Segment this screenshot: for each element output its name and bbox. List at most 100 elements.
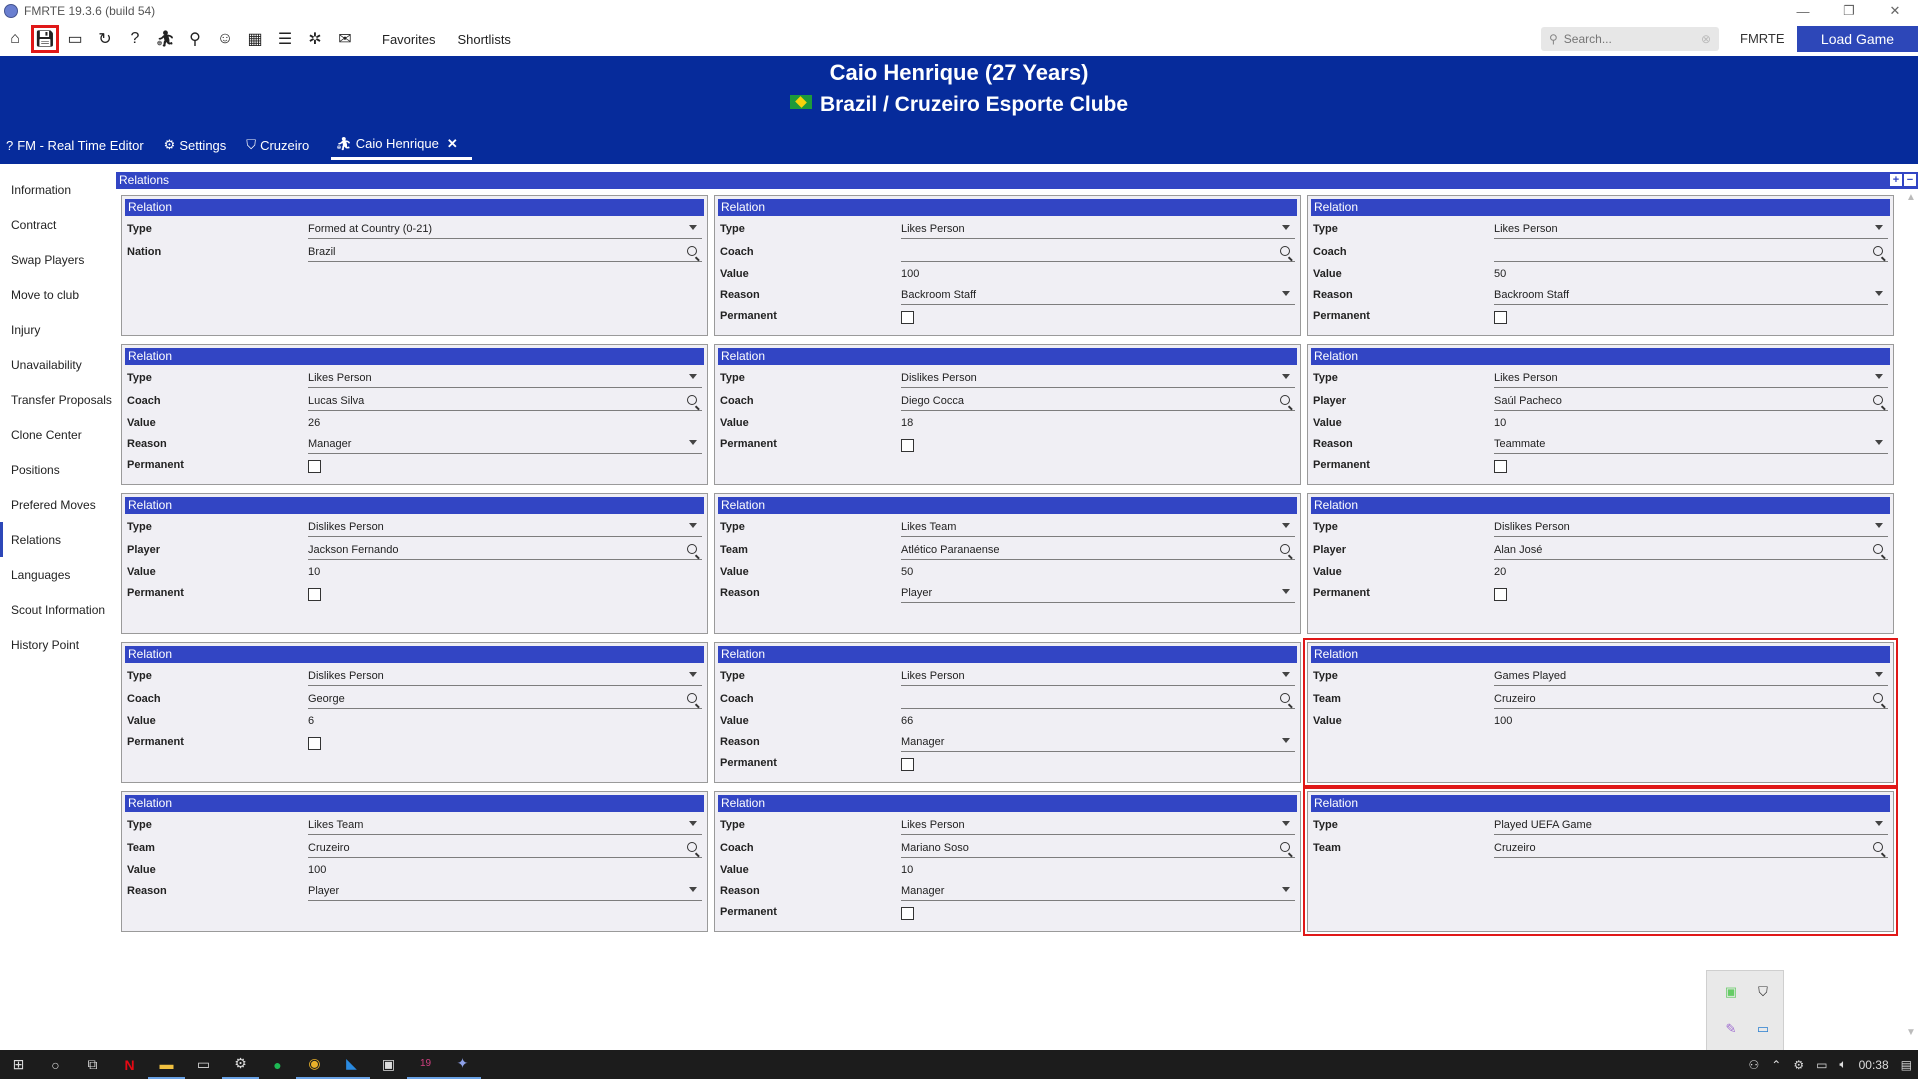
- field-search-input[interactable]: Lucas Silva: [308, 393, 702, 411]
- notification-icon[interactable]: ▤: [1901, 1058, 1912, 1072]
- chevron-down-icon[interactable]: [1282, 374, 1290, 379]
- sidebar-item-transfer-proposals[interactable]: Transfer Proposals: [0, 382, 112, 417]
- load-game-button[interactable]: Load Game: [1797, 26, 1918, 52]
- permanent-checkbox[interactable]: [901, 904, 1295, 922]
- nvidia-icon[interactable]: ▣: [1723, 984, 1739, 1000]
- clock[interactable]: 00:38: [1859, 1058, 1889, 1072]
- chevron-down-icon[interactable]: [1282, 291, 1290, 296]
- chevron-down-icon[interactable]: [1875, 523, 1883, 528]
- task-view-icon[interactable]: ⧉: [74, 1050, 111, 1079]
- chevron-down-icon[interactable]: [1875, 440, 1883, 445]
- chevron-down-icon[interactable]: [689, 523, 697, 528]
- file-explorer-icon[interactable]: ▬: [148, 1050, 185, 1079]
- field-search-input[interactable]: Diego Cocca: [901, 393, 1295, 411]
- search-icon[interactable]: [1873, 395, 1883, 405]
- sidebar-item-relations[interactable]: Relations: [0, 522, 112, 557]
- search-icon[interactable]: [687, 246, 697, 256]
- mail-icon[interactable]: ✉: [330, 24, 360, 54]
- collapse-icon[interactable]: −: [1904, 174, 1916, 186]
- field-value-input[interactable]: 10: [1494, 415, 1888, 433]
- sidebar-item-prefered-moves[interactable]: Prefered Moves: [0, 487, 112, 522]
- field-search-input[interactable]: Cruzeiro: [1494, 840, 1888, 858]
- checkbox-box[interactable]: [901, 311, 914, 324]
- tab-fm-real-time-editor[interactable]: ? FM - Real Time Editor: [0, 130, 158, 160]
- chevron-down-icon[interactable]: [1875, 672, 1883, 677]
- notes-icon[interactable]: ☰: [270, 24, 300, 54]
- help-icon[interactable]: ?: [120, 24, 150, 54]
- people-icon[interactable]: ☺: [210, 24, 240, 54]
- field-value-input[interactable]: 10: [901, 862, 1295, 880]
- sidebar-item-positions[interactable]: Positions: [0, 452, 112, 487]
- cortana-icon[interactable]: ○: [37, 1050, 74, 1079]
- permanent-checkbox[interactable]: [308, 734, 702, 752]
- fm19-icon[interactable]: 19: [407, 1050, 444, 1079]
- spotify-icon[interactable]: ●: [259, 1050, 296, 1079]
- network-icon[interactable]: ▭: [1816, 1058, 1827, 1072]
- field-value-input[interactable]: 100: [308, 862, 702, 880]
- feather-icon[interactable]: ✎: [1723, 1021, 1739, 1037]
- field-search-input[interactable]: George: [308, 691, 702, 709]
- people-icon[interactable]: ⚇: [1748, 1058, 1759, 1072]
- maximize-button[interactable]: ❐: [1826, 0, 1872, 22]
- expand-icon[interactable]: +: [1890, 174, 1902, 186]
- steam-icon[interactable]: ⚙: [222, 1050, 259, 1079]
- chevron-down-icon[interactable]: [1875, 374, 1883, 379]
- checkbox-box[interactable]: [308, 737, 321, 750]
- chevron-down-icon[interactable]: [1282, 738, 1290, 743]
- chevron-down-icon[interactable]: [689, 374, 697, 379]
- chevron-down-icon[interactable]: [689, 672, 697, 677]
- tab-settings[interactable]: ⚙ Settings: [158, 130, 241, 160]
- calendar-icon[interactable]: ▦: [240, 24, 270, 54]
- tab-cruzeiro[interactable]: ⛉ Cruzeiro: [240, 130, 323, 160]
- field-dropdown[interactable]: Likes Person: [1494, 221, 1888, 239]
- chevron-down-icon[interactable]: [1282, 887, 1290, 892]
- permanent-checkbox[interactable]: [901, 308, 1295, 326]
- field-value-input[interactable]: 26: [308, 415, 702, 433]
- field-dropdown[interactable]: Dislikes Person: [901, 370, 1295, 388]
- field-dropdown[interactable]: Teammate: [1494, 436, 1888, 454]
- field-search-input[interactable]: [901, 691, 1295, 709]
- chrome-icon[interactable]: ◉: [296, 1050, 333, 1079]
- close-button[interactable]: ✕: [1872, 0, 1918, 22]
- search-icon[interactable]: [687, 693, 697, 703]
- chevron-down-icon[interactable]: [1282, 523, 1290, 528]
- home-icon[interactable]: ⌂: [0, 24, 30, 54]
- search-icon[interactable]: [1280, 842, 1290, 852]
- field-value-input[interactable]: 66: [901, 713, 1295, 731]
- search-icon[interactable]: [1873, 693, 1883, 703]
- field-value-input[interactable]: 100: [901, 266, 1295, 284]
- search-icon[interactable]: [1280, 693, 1290, 703]
- field-dropdown[interactable]: Manager: [901, 734, 1295, 752]
- steam-tray-icon[interactable]: ⚙: [1793, 1058, 1804, 1072]
- field-search-input[interactable]: Jackson Fernando: [308, 542, 702, 560]
- checkbox-box[interactable]: [901, 439, 914, 452]
- field-value-input[interactable]: 20: [1494, 564, 1888, 582]
- chevron-down-icon[interactable]: [689, 225, 697, 230]
- favorites-menu[interactable]: Favorites: [382, 32, 435, 47]
- chevron-down-icon[interactable]: [1282, 672, 1290, 677]
- sidebar-item-move-to-club[interactable]: Move to club: [0, 277, 112, 312]
- field-search-input[interactable]: Cruzeiro: [308, 840, 702, 858]
- permanent-checkbox[interactable]: [1494, 585, 1888, 603]
- player-icon[interactable]: ⛹︎: [150, 24, 180, 54]
- binoculars-icon[interactable]: ⚲: [180, 24, 210, 54]
- chevron-down-icon[interactable]: [1282, 225, 1290, 230]
- field-dropdown[interactable]: Dislikes Person: [1494, 519, 1888, 537]
- field-value-input[interactable]: 50: [1494, 266, 1888, 284]
- field-dropdown[interactable]: Likes Person: [901, 221, 1295, 239]
- chevron-down-icon[interactable]: [1875, 821, 1883, 826]
- monitor-icon[interactable]: ▭: [60, 24, 90, 54]
- field-dropdown[interactable]: Formed at Country (0-21): [308, 221, 702, 239]
- field-dropdown[interactable]: Manager: [308, 436, 702, 454]
- checkbox-box[interactable]: [901, 907, 914, 920]
- search-icon[interactable]: [1280, 246, 1290, 256]
- fmrte-icon[interactable]: ✦: [444, 1050, 481, 1079]
- field-dropdown[interactable]: Dislikes Person: [308, 519, 702, 537]
- field-search-input[interactable]: Alan José: [1494, 542, 1888, 560]
- search-icon[interactable]: [687, 544, 697, 554]
- search-input[interactable]: [1563, 32, 1694, 46]
- search-icon[interactable]: [1873, 842, 1883, 852]
- sidebar-item-information[interactable]: Information: [0, 172, 112, 207]
- field-dropdown[interactable]: Played UEFA Game: [1494, 817, 1888, 835]
- netflix-icon[interactable]: N: [111, 1050, 148, 1079]
